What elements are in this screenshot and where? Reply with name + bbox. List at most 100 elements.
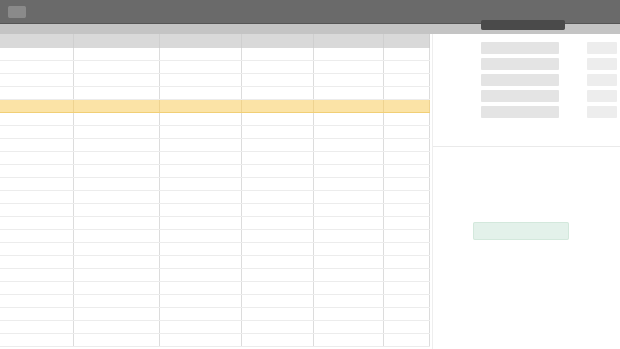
table-cell[interactable]	[384, 334, 430, 346]
table-row[interactable]	[0, 308, 430, 321]
table-cell[interactable]	[74, 139, 160, 151]
table-cell[interactable]	[242, 113, 314, 125]
column-header[interactable]	[314, 34, 384, 48]
table-cell[interactable]	[314, 217, 384, 229]
table-cell[interactable]	[160, 217, 242, 229]
table-row[interactable]	[0, 87, 430, 100]
table-cell[interactable]	[314, 139, 384, 151]
table-cell[interactable]	[160, 152, 242, 164]
property-value[interactable]	[587, 42, 617, 54]
table-cell[interactable]	[0, 295, 74, 307]
table-cell[interactable]	[314, 230, 384, 242]
table-row[interactable]	[0, 334, 430, 347]
table-cell[interactable]	[384, 126, 430, 138]
table-cell[interactable]	[74, 282, 160, 294]
table-row[interactable]	[0, 282, 430, 295]
table-row[interactable]	[0, 243, 430, 256]
column-header[interactable]	[0, 34, 74, 48]
table-cell[interactable]	[242, 230, 314, 242]
table-cell[interactable]	[314, 126, 384, 138]
table-cell[interactable]	[74, 334, 160, 346]
table-cell[interactable]	[242, 165, 314, 177]
table-cell[interactable]	[242, 256, 314, 268]
table-cell[interactable]	[384, 230, 430, 242]
table-row[interactable]	[0, 217, 430, 230]
table-cell[interactable]	[0, 113, 74, 125]
table-cell[interactable]	[160, 126, 242, 138]
table-cell[interactable]	[242, 74, 314, 86]
table-cell[interactable]	[0, 152, 74, 164]
property-value[interactable]	[587, 74, 617, 86]
column-header[interactable]	[384, 34, 430, 48]
column-header[interactable]	[160, 34, 242, 48]
table-cell[interactable]	[74, 152, 160, 164]
table-cell[interactable]	[74, 204, 160, 216]
table-cell[interactable]	[384, 100, 430, 112]
table-cell[interactable]	[160, 230, 242, 242]
table-cell[interactable]	[160, 191, 242, 203]
table-cell[interactable]	[74, 256, 160, 268]
table-cell[interactable]	[160, 256, 242, 268]
table-cell[interactable]	[384, 256, 430, 268]
table-cell[interactable]	[384, 269, 430, 281]
table-cell[interactable]	[74, 113, 160, 125]
table-cell[interactable]	[242, 126, 314, 138]
table-cell[interactable]	[0, 139, 74, 151]
table-cell[interactable]	[242, 152, 314, 164]
table-cell[interactable]	[0, 100, 74, 112]
table-cell[interactable]	[314, 308, 384, 320]
column-header[interactable]	[242, 34, 314, 48]
table-cell[interactable]	[384, 139, 430, 151]
table-cell[interactable]	[384, 74, 430, 86]
table-cell[interactable]	[384, 61, 430, 73]
table-cell[interactable]	[160, 48, 242, 60]
table-row[interactable]	[0, 191, 430, 204]
table-cell[interactable]	[160, 113, 242, 125]
table-cell[interactable]	[0, 204, 74, 216]
table-cell[interactable]	[242, 243, 314, 255]
table-cell[interactable]	[160, 308, 242, 320]
table-cell[interactable]	[242, 191, 314, 203]
table-cell[interactable]	[0, 217, 74, 229]
property-value[interactable]	[587, 58, 617, 70]
table-cell[interactable]	[0, 61, 74, 73]
table-cell[interactable]	[74, 61, 160, 73]
table-cell[interactable]	[160, 334, 242, 346]
table-cell[interactable]	[0, 243, 74, 255]
table-cell[interactable]	[74, 269, 160, 281]
table-cell[interactable]	[0, 321, 74, 333]
column-header[interactable]	[74, 34, 160, 48]
table-cell[interactable]	[160, 100, 242, 112]
table-cell[interactable]	[384, 152, 430, 164]
table-cell[interactable]	[74, 191, 160, 203]
table-cell[interactable]	[314, 152, 384, 164]
table-cell[interactable]	[160, 204, 242, 216]
table-row[interactable]	[0, 204, 430, 217]
table-row-selected[interactable]	[0, 100, 430, 113]
table-cell[interactable]	[74, 100, 160, 112]
table-cell[interactable]	[314, 100, 384, 112]
table-cell[interactable]	[314, 113, 384, 125]
table-cell[interactable]	[242, 100, 314, 112]
table-cell[interactable]	[74, 126, 160, 138]
table-cell[interactable]	[74, 165, 160, 177]
table-cell[interactable]	[0, 126, 74, 138]
table-cell[interactable]	[74, 87, 160, 99]
table-cell[interactable]	[160, 165, 242, 177]
table-cell[interactable]	[74, 178, 160, 190]
table-row[interactable]	[0, 269, 430, 282]
table-cell[interactable]	[0, 87, 74, 99]
table-cell[interactable]	[314, 87, 384, 99]
table-cell[interactable]	[242, 204, 314, 216]
table-cell[interactable]	[160, 269, 242, 281]
table-cell[interactable]	[384, 178, 430, 190]
table-row[interactable]	[0, 61, 430, 74]
table-row[interactable]	[0, 256, 430, 269]
table-cell[interactable]	[74, 295, 160, 307]
table-cell[interactable]	[0, 230, 74, 242]
table-cell[interactable]	[0, 282, 74, 294]
table-cell[interactable]	[314, 243, 384, 255]
table-row[interactable]	[0, 48, 430, 61]
table-cell[interactable]	[160, 321, 242, 333]
table-cell[interactable]	[160, 282, 242, 294]
